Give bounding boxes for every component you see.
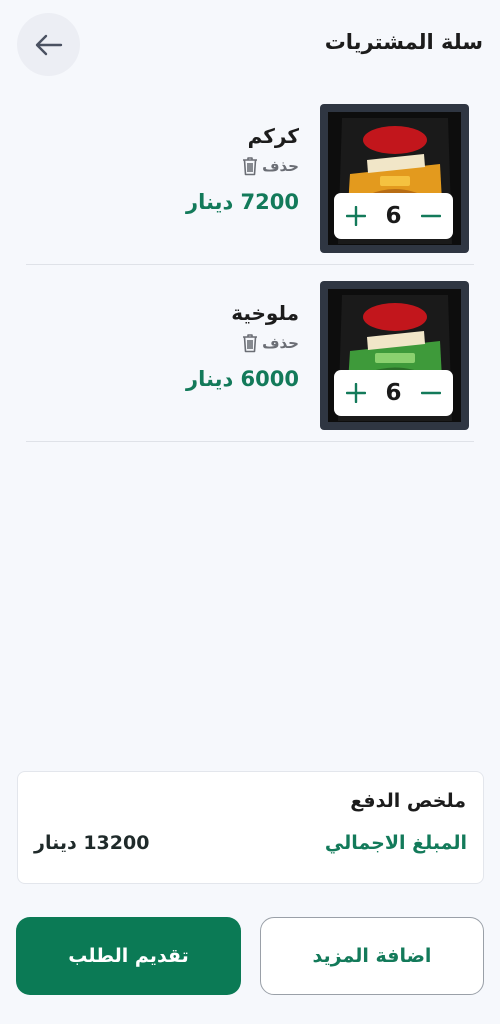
product-image: 6: [320, 281, 469, 430]
total-value: 13200 دينار: [34, 832, 150, 854]
delete-label: حذف: [262, 157, 299, 175]
summary-title: ملخص الدفع: [350, 790, 466, 812]
item-price: 6000 دينار: [186, 367, 299, 391]
decrease-button[interactable]: [417, 379, 445, 407]
submit-order-button[interactable]: تقديم الطلب: [16, 917, 241, 995]
minus-icon: [420, 391, 441, 395]
quantity-value: 6: [385, 203, 402, 229]
item-name: كركم: [247, 124, 299, 148]
arrow-left-icon: [35, 34, 62, 55]
delete-button[interactable]: حذف: [186, 333, 299, 353]
divider: [26, 441, 474, 442]
decrease-button[interactable]: [417, 202, 445, 230]
header: سلة المشتريات: [0, 0, 500, 90]
product-image: 6: [320, 104, 469, 253]
cart-item: 6 كركم حذف 7200 دينار: [0, 88, 500, 265]
add-more-button[interactable]: اضافة المزيد: [260, 917, 484, 995]
plus-icon: [346, 206, 366, 226]
page-title: سلة المشتريات: [324, 30, 483, 54]
quantity-value: 6: [385, 380, 402, 406]
delete-label: حذف: [262, 334, 299, 352]
delete-button[interactable]: حذف: [186, 156, 299, 176]
item-info: كركم حذف 7200 دينار: [186, 124, 299, 214]
increase-button[interactable]: [342, 202, 370, 230]
plus-icon: [346, 383, 366, 403]
minus-icon: [420, 214, 441, 218]
cart-item: 6 ملوخية حذف 6000 دينار: [0, 265, 500, 442]
item-name: ملوخية: [231, 301, 299, 325]
payment-summary: ملخص الدفع المبلغ الاجمالي 13200 دينار: [17, 771, 484, 884]
item-price: 7200 دينار: [186, 190, 299, 214]
trash-icon: [243, 157, 258, 176]
back-button[interactable]: [17, 13, 80, 76]
item-info: ملوخية حذف 6000 دينار: [186, 301, 299, 391]
increase-button[interactable]: [342, 379, 370, 407]
trash-icon: [243, 334, 258, 353]
quantity-stepper: 6: [334, 193, 453, 239]
total-label: المبلغ الاجمالي: [324, 832, 467, 854]
quantity-stepper: 6: [334, 370, 453, 416]
